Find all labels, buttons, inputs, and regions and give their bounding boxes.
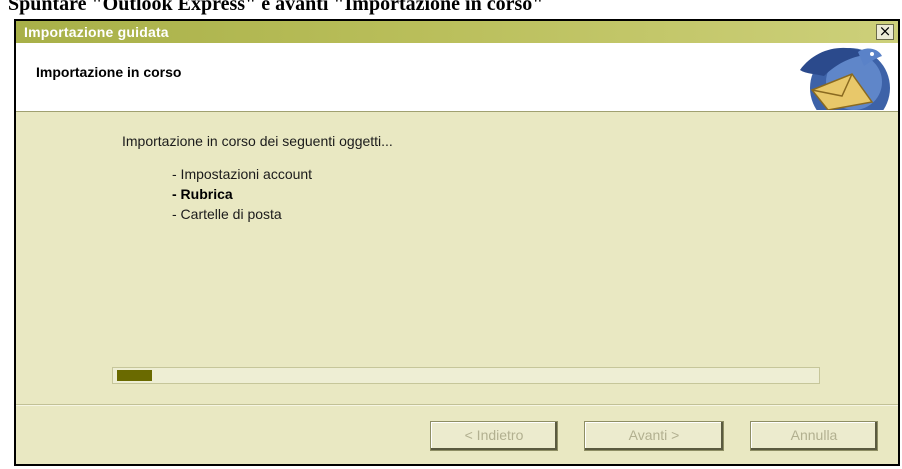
footer-separator bbox=[16, 404, 898, 406]
close-icon: × bbox=[878, 22, 892, 40]
cancel-button[interactable]: Annulla bbox=[750, 421, 878, 451]
close-button[interactable]: × bbox=[876, 24, 894, 40]
list-item-mail-folders: - Cartelle di posta bbox=[172, 206, 282, 222]
import-intro-text: Importazione in corso dei seguenti ogget… bbox=[122, 133, 393, 149]
import-progress-bar bbox=[112, 367, 820, 384]
wizard-header: Importazione in corso bbox=[16, 43, 898, 112]
import-items-list: - Impostazioni account - Rubrica - Carte… bbox=[172, 164, 312, 224]
progress-fill bbox=[117, 370, 152, 381]
import-wizard-dialog: Importazione guidata × Importazione in c… bbox=[14, 19, 900, 466]
logo-bird-eye bbox=[870, 52, 874, 56]
document-caption: Spuntare "Outlook Express" e avanti "Imp… bbox=[8, 0, 544, 15]
wizard-content: Importazione in corso dei seguenti ogget… bbox=[16, 112, 898, 397]
list-item-account-settings: - Impostazioni account bbox=[172, 166, 313, 182]
thunderbird-logo-icon bbox=[800, 47, 890, 110]
next-button[interactable]: Avanti > bbox=[584, 421, 724, 451]
page-title: Importazione in corso bbox=[36, 64, 182, 80]
back-button[interactable]: < Indietro bbox=[430, 421, 558, 451]
window-title: Importazione guidata bbox=[24, 24, 169, 40]
title-bar[interactable]: Importazione guidata × bbox=[16, 21, 898, 43]
list-item-address-book: - Rubrica bbox=[172, 186, 233, 202]
